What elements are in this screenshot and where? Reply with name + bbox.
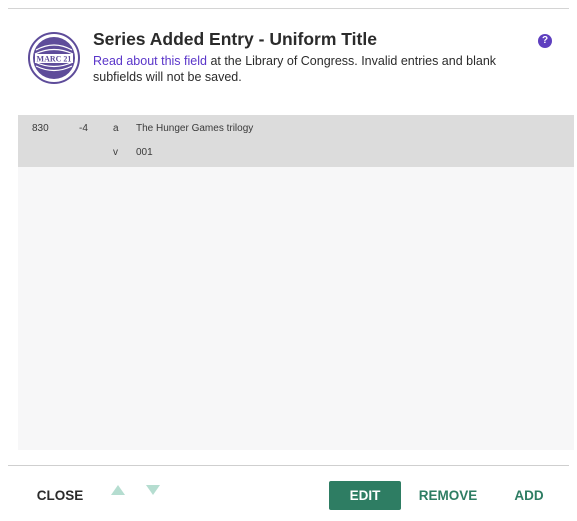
arrow-up-icon[interactable]	[111, 485, 125, 495]
subfield-value: The Hunger Games trilogy	[136, 123, 254, 134]
field-header: MARC 21 Series Added Entry - Uniform Tit…	[28, 28, 553, 98]
field-list-panel: 830 -4 a The Hunger Games trilogy v 001	[18, 115, 574, 450]
top-divider	[8, 8, 569, 9]
subfield-row-v: v 001	[18, 142, 574, 162]
subfield-value: 001	[136, 147, 153, 158]
field-indicators: -4	[79, 123, 88, 134]
help-icon[interactable]: ?	[538, 34, 552, 48]
footer-divider	[8, 465, 569, 466]
logo-text: MARC 21	[37, 55, 72, 64]
arrow-down-icon[interactable]	[146, 485, 160, 495]
field-description: Read about this field at the Library of …	[93, 53, 523, 85]
edit-button[interactable]: EDIT	[329, 481, 401, 510]
page-title: Series Added Entry - Uniform Title	[93, 29, 377, 49]
close-button[interactable]: CLOSE	[30, 481, 90, 510]
remove-button[interactable]: REMOVE	[412, 481, 484, 510]
read-about-field-link[interactable]: Read about this field	[93, 54, 207, 68]
add-button[interactable]: ADD	[505, 481, 553, 510]
subfield-code: v	[113, 147, 118, 158]
subfield-code: a	[113, 123, 119, 134]
field-tag: 830	[32, 123, 49, 134]
field-entry-830[interactable]: 830 -4 a The Hunger Games trilogy v 001	[18, 115, 574, 167]
marc21-logo-icon: MARC 21	[28, 32, 80, 84]
subfield-row-a: 830 -4 a The Hunger Games trilogy	[18, 118, 574, 138]
